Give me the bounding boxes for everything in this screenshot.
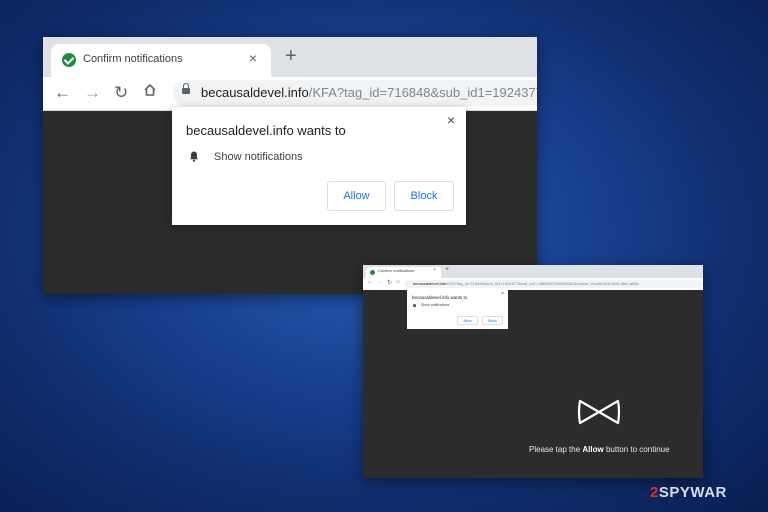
- popup-close-button[interactable]: ×: [501, 291, 504, 297]
- browser-toolbar: ← → ↻ becausaldevel.info/KFA?tag_id=7168…: [43, 77, 537, 111]
- popup-title: becausaldevel.info wants to: [186, 123, 346, 138]
- arrow-left-icon[interactable]: ←: [54, 83, 71, 103]
- check-circle-icon: [370, 270, 375, 275]
- address-bar[interactable]: becausaldevel.info/KFA?tag_id=716848&sub…: [405, 280, 703, 288]
- browser-toolbar: ← → ↻ ⌂ becausaldevel.info/KFA?tag_id=71…: [363, 278, 703, 290]
- tab-confirm-notifications[interactable]: Confirm notifications ×: [51, 44, 271, 77]
- popup-close-button[interactable]: ×: [447, 112, 455, 128]
- tab-confirm-notifications[interactable]: Confirm notifications ×: [366, 267, 441, 278]
- tab-title: Confirm notifications: [83, 53, 183, 65]
- new-tab-button[interactable]: +: [445, 266, 449, 273]
- arrow-right-icon[interactable]: →: [377, 279, 383, 285]
- home-icon[interactable]: ⌂: [396, 279, 400, 285]
- permission-label: Show notifications: [214, 151, 303, 163]
- bell-icon: [190, 151, 198, 162]
- url-text: becausaldevel.info/KFA?tag_id=716848&sub…: [413, 281, 639, 286]
- notification-permission-popup: becausaldevel.info wants to × Show notif…: [172, 107, 466, 225]
- address-bar[interactable]: becausaldevel.info/KFA?tag_id=716848&sub…: [173, 80, 537, 106]
- bell-icon: [413, 304, 416, 307]
- new-tab-button[interactable]: +: [285, 46, 297, 66]
- permission-label: Show notifications: [421, 303, 450, 307]
- tab-strip: Confirm notifications × +: [363, 265, 703, 278]
- block-button[interactable]: Block: [482, 316, 503, 325]
- block-button[interactable]: Block: [394, 181, 454, 211]
- notification-permission-popup: becausaldevel.info wants to × Show notif…: [407, 290, 508, 329]
- tab-strip: Confirm notifications × +: [43, 37, 537, 77]
- url-text: becausaldevel.info/KFA?tag_id=716848&sub…: [201, 85, 537, 100]
- tab-close-button[interactable]: ×: [249, 50, 257, 66]
- check-circle-icon: [62, 53, 76, 67]
- bowtie-logo-icon: [577, 399, 621, 425]
- tab-close-button[interactable]: ×: [433, 267, 436, 273]
- popup-title: becausaldevel.info wants to: [412, 295, 468, 300]
- browser-window-small: Confirm notifications × + ← → ↻ ⌂ becaus…: [363, 265, 703, 478]
- reload-icon[interactable]: ↻: [114, 83, 128, 103]
- arrow-right-icon[interactable]: →: [84, 83, 101, 103]
- home-icon[interactable]: [143, 82, 157, 102]
- arrow-left-icon[interactable]: ←: [367, 279, 373, 285]
- continue-instruction: Please tap the Allow button to continue: [529, 445, 670, 454]
- tab-title: Confirm notifications: [378, 268, 415, 273]
- reload-icon[interactable]: ↻: [387, 279, 392, 286]
- lock-icon: [182, 83, 190, 94]
- allow-button[interactable]: Allow: [457, 316, 478, 325]
- watermark-logo: 2SPYWAR: [650, 484, 727, 501]
- allow-button[interactable]: Allow: [327, 181, 386, 211]
